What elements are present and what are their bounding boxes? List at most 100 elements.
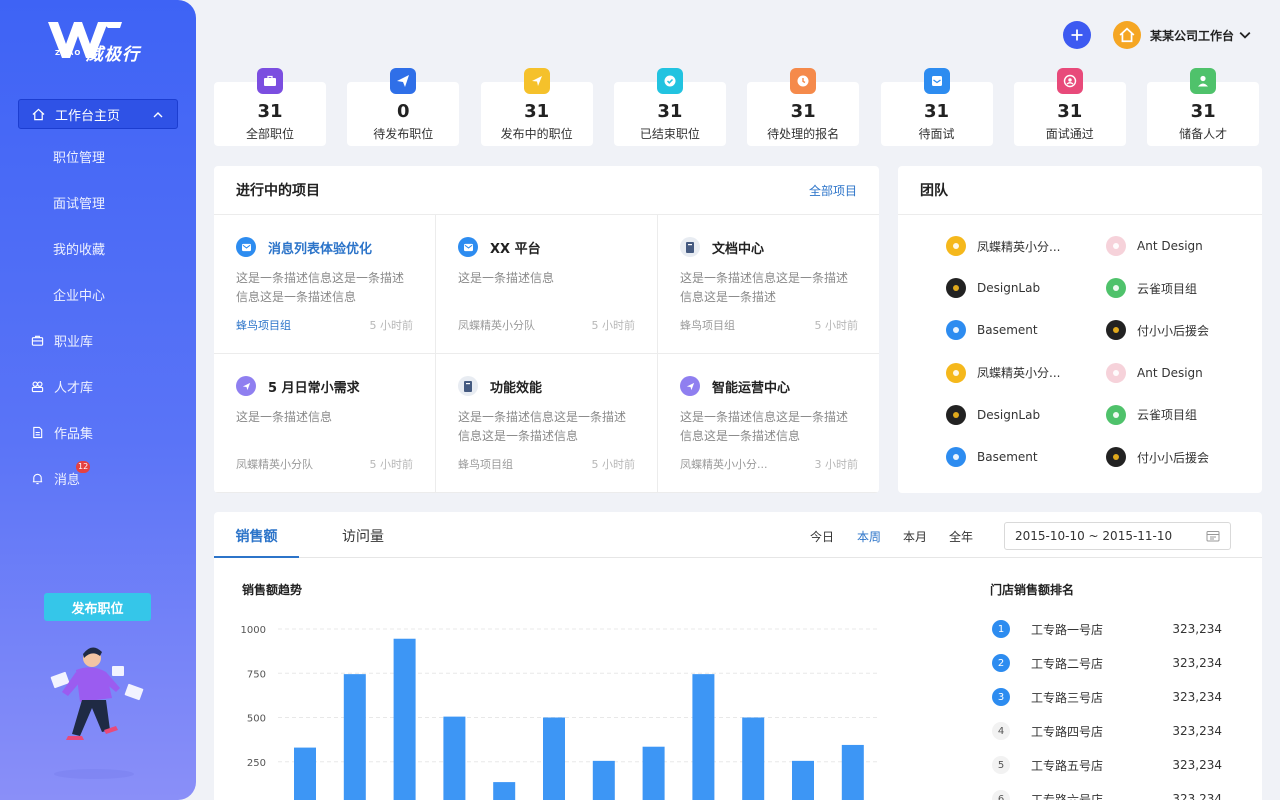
project-description: 这是一条描述信息 [458, 271, 555, 285]
team-member[interactable]: 付小小后援会 [1106, 320, 1209, 341]
stat-card[interactable]: 31 待处理的报名 [747, 68, 860, 146]
bar[interactable] [443, 716, 466, 800]
stat-card[interactable]: 0 待发布职位 [347, 68, 460, 146]
team-member[interactable]: DesignLab [946, 404, 1040, 425]
projects-title: 进行中的项目 [236, 183, 320, 199]
project-group-link[interactable]: 凤蝶精英小小分... [680, 456, 768, 472]
bar[interactable] [343, 674, 366, 800]
sidebar-item-messages[interactable]: 消息 12 [0, 455, 196, 501]
stat-card[interactable]: 31 待面试 [880, 68, 993, 146]
ranking-row: 1 工专路一号店 323,234 [992, 619, 1222, 639]
rank-number: 6 [992, 790, 1010, 800]
date-range-picker[interactable]: 2015-10-10 ~ 2015-11-10 [1004, 522, 1231, 550]
bar[interactable] [592, 760, 615, 800]
team-avatar [946, 236, 966, 256]
team-member[interactable]: 云雀项目组 [1106, 404, 1197, 425]
sidebar-item-career-library[interactable]: 职业库 [0, 317, 196, 363]
project-icon [680, 376, 700, 396]
workspace-switcher[interactable]: 某某公司工作台 [1113, 21, 1251, 49]
team-member[interactable]: DesignLab [946, 278, 1041, 299]
sidebar-item-jobs[interactable]: 职位管理 [0, 133, 196, 179]
project-item[interactable]: 5 月日常小需求 这是一条描述信息 凤蝶精英小分队 5 小时前 [214, 354, 436, 493]
all-projects-link[interactable]: 全部项目 [809, 182, 857, 199]
bar[interactable] [294, 747, 316, 800]
clock-icon [790, 68, 817, 94]
stat-card[interactable]: 31 储备人才 [1147, 68, 1260, 146]
team-member[interactable]: 凤蝶精英小分... [946, 362, 1060, 383]
bar[interactable] [742, 717, 765, 800]
team-member[interactable]: 凤蝶精英小分... [946, 236, 1060, 256]
range-month[interactable]: 本月 [903, 528, 927, 545]
sidebar-item-interviews[interactable]: 面试管理 [0, 179, 196, 225]
team-member[interactable]: Basement [946, 447, 1038, 467]
stat-label: 待发布职位 [373, 127, 434, 141]
team-member[interactable]: Basement [946, 320, 1038, 341]
publish-job-button[interactable]: 发布职位 [44, 593, 151, 621]
team-member-name: DesignLab [977, 281, 1041, 296]
project-group-link[interactable]: 蜂鸟项目组 [458, 456, 513, 472]
sidebar: ZHAO 威极行 工作台主页 职位管理 面试管理 我的收藏 企业中心 职业库 人… [0, 0, 196, 800]
range-week[interactable]: 本周 [857, 528, 881, 545]
project-item[interactable]: 消息列表体验优化 这是一条描述信息这是一条描述信息这是一条描述信息 蜂鸟项目组 5 小… [214, 215, 436, 354]
stat-card[interactable]: 31 发布中的职位 [480, 68, 593, 146]
bar[interactable] [642, 746, 665, 800]
sidebar-item-favorites[interactable]: 我的收藏 [0, 225, 196, 271]
project-description: 这是一条描述信息这是一条描述信息这是一条描述 [680, 271, 849, 304]
briefcase-icon [30, 333, 44, 347]
date-range-value: 2015-10-10 ~ 2015-11-10 [1015, 529, 1173, 543]
project-time: 3 小时前 [814, 458, 859, 471]
team-member[interactable]: Ant Design [1106, 236, 1203, 256]
project-item[interactable]: XX 平台 这是一条描述信息 凤蝶精英小分队 5 小时前 [436, 215, 658, 354]
stat-value: 31 [923, 101, 950, 122]
bar[interactable] [792, 760, 814, 800]
briefcase-icon [257, 68, 283, 94]
team-member-name: Basement [977, 323, 1038, 338]
sidebar-nav: 工作台主页 职位管理 面试管理 我的收藏 企业中心 职业库 人才库 作品集 消息… [0, 98, 196, 501]
project-group-link[interactable]: 凤蝶精英小分队 [458, 317, 535, 333]
sidebar-item-dashboard[interactable]: 工作台主页 [18, 99, 178, 129]
send-icon [523, 68, 550, 94]
project-item[interactable]: 文档中心 这是一条描述信息这是一条描述信息这是一条描述 蜂鸟项目组 5 小时前 [658, 215, 879, 354]
sidebar-item-label: 消息 [54, 472, 81, 488]
bar[interactable] [841, 744, 864, 800]
project-group-link[interactable]: 蜂鸟项目组 [680, 317, 735, 333]
bar[interactable] [692, 674, 715, 800]
add-button[interactable] [1063, 21, 1091, 49]
project-name: 文档中心 [712, 241, 765, 257]
tab-sales[interactable]: 销售额 [214, 512, 299, 558]
stat-card[interactable]: 31 面试通过 [1013, 68, 1126, 146]
chevron-up-icon[interactable] [153, 109, 163, 124]
project-name: 消息列表体验优化 [268, 241, 373, 257]
stat-label: 已结束职位 [639, 127, 700, 141]
bar[interactable] [493, 782, 516, 800]
range-today[interactable]: 今日 [810, 528, 834, 545]
y-tick-label: 1000 [241, 625, 266, 636]
stat-label: 储备人才 [1179, 127, 1228, 141]
projects-grid: 消息列表体验优化 这是一条描述信息这是一条描述信息这是一条描述信息 蜂鸟项目组 5 小… [214, 215, 879, 493]
sidebar-item-label: 我的收藏 [53, 242, 106, 258]
team-title: 团队 [920, 183, 948, 199]
sidebar-item-label: 工作台主页 [55, 108, 121, 124]
project-group-link[interactable]: 蜂鸟项目组 [236, 317, 291, 333]
store-name: 工专路六号店 [1031, 792, 1104, 800]
tab-visits[interactable]: 访问量 [342, 512, 384, 558]
team-member[interactable]: 云雀项目组 [1106, 278, 1197, 299]
bar[interactable] [393, 638, 416, 800]
range-year[interactable]: 全年 [949, 528, 973, 545]
stat-card[interactable]: 31 已结束职位 [613, 68, 726, 146]
bar[interactable] [543, 717, 565, 800]
project-item[interactable]: 功能效能 这是一条描述信息这是一条描述信息这是一条描述信息 蜂鸟项目组 5 小时前 [436, 354, 658, 493]
sidebar-item-portfolio[interactable]: 作品集 [0, 409, 196, 455]
team-member[interactable]: 付小小后援会 [1106, 447, 1209, 467]
project-description: 这是一条描述信息这是一条描述信息这是一条描述信息 [680, 410, 849, 443]
store-sales: 323,234 [1172, 792, 1222, 800]
team-member[interactable]: Ant Design [1106, 362, 1203, 383]
sidebar-item-talent-pool[interactable]: 人才库 [0, 363, 196, 409]
stat-card[interactable]: 31 全部职位 [214, 68, 326, 146]
stat-value: 31 [524, 101, 550, 122]
mail-icon [923, 68, 950, 94]
project-group-link[interactable]: 凤蝶精英小分队 [236, 456, 313, 472]
sidebar-item-company[interactable]: 企业中心 [0, 271, 196, 317]
project-item[interactable]: 智能运营中心这是一条描述信息这是一条描述信息这是一条描述信息凤蝶精英小小分...… [658, 354, 879, 493]
project-name: 智能运营中心 [712, 380, 791, 396]
